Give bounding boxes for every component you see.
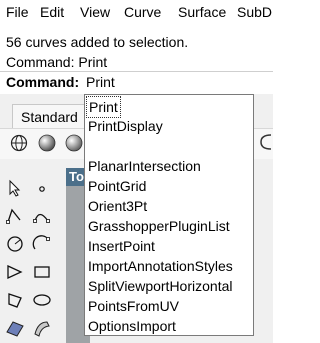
point-icon[interactable]: [32, 178, 52, 198]
polyline-icon[interactable]: [5, 206, 25, 226]
history-line: 56 curves added to selection.: [6, 34, 189, 50]
menu-bar: File Edit View Curve Surface SubD: [0, 0, 273, 24]
tab-standard[interactable]: Standard: [12, 104, 87, 129]
autocomplete-item[interactable]: GrasshopperPluginList: [88, 216, 230, 236]
ellipse-icon[interactable]: [32, 290, 52, 310]
autocomplete-item[interactable]: Orient3Pt: [88, 196, 147, 216]
autocomplete-item[interactable]: PlanarIntersection: [88, 156, 201, 176]
autocomplete-item[interactable]: ImportAnnotationStyles: [88, 256, 233, 276]
command-prompt-label: Command:: [6, 74, 80, 90]
autocomplete-item[interactable]: OptionsImport: [88, 316, 176, 336]
triangle-icon[interactable]: [5, 262, 25, 282]
extrude-icon[interactable]: [32, 318, 52, 338]
autocomplete-item[interactable]: PointGrid: [88, 176, 146, 196]
menu-edit[interactable]: Edit: [40, 4, 64, 20]
circle-icon[interactable]: [5, 234, 25, 254]
menu-subd[interactable]: SubD: [237, 4, 272, 20]
surface-icon[interactable]: [5, 318, 25, 338]
arrow-select-icon[interactable]: [5, 178, 25, 198]
menu-file[interactable]: File: [6, 4, 29, 20]
curve-icon[interactable]: [32, 206, 52, 226]
autocomplete-item[interactable]: InsertPoint: [88, 236, 155, 256]
command-input[interactable]: Print: [86, 74, 115, 90]
command-history: 56 curves added to selection. Command: P…: [0, 24, 273, 72]
polygon-icon[interactable]: [5, 290, 25, 310]
menu-view[interactable]: View: [80, 4, 110, 20]
autocomplete-item[interactable]: SplitViewportHorizontal: [88, 276, 232, 296]
sphere-icon[interactable]: [65, 134, 83, 152]
menu-curve[interactable]: Curve: [124, 4, 161, 20]
history-line: Command: Print: [6, 54, 108, 70]
globe-icon[interactable]: [10, 134, 28, 152]
command-line[interactable]: Command: Print: [0, 71, 273, 95]
menu-surface[interactable]: Surface: [178, 4, 226, 20]
toolbar-overflow-icon[interactable]: [259, 132, 273, 152]
sphere-shaded-icon[interactable]: [38, 134, 56, 152]
autocomplete-item[interactable]: Print: [86, 96, 121, 118]
autocomplete-item[interactable]: PointsFromUV: [88, 296, 179, 316]
autocomplete-item[interactable]: PrintDisplay: [88, 116, 163, 136]
arc-icon[interactable]: [32, 234, 52, 254]
autocomplete-list: Print PrintDisplay PlanarIntersection Po…: [84, 94, 254, 336]
rectangle-icon[interactable]: [32, 262, 52, 282]
